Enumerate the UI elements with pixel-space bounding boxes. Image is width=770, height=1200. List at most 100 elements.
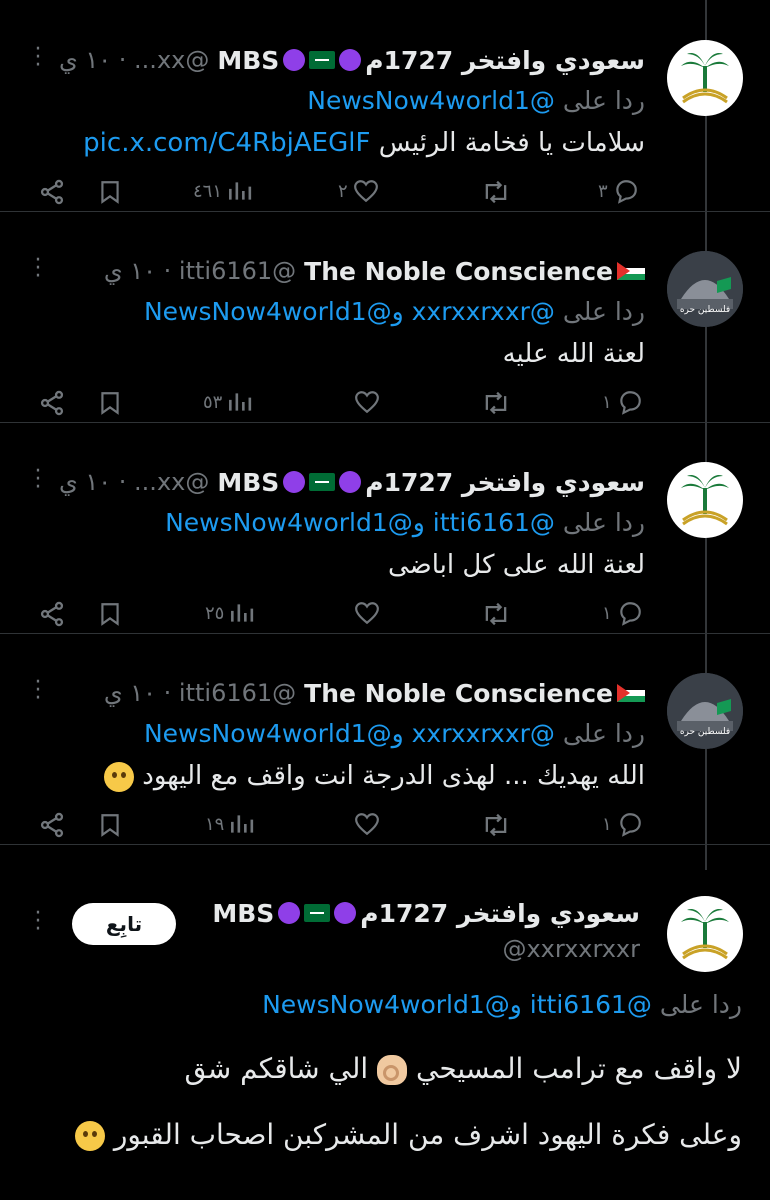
media-link[interactable]: pic.x.com/C4RbjAEGlF — [83, 128, 370, 158]
purple-circle-icon — [339, 49, 362, 71]
bookmark-button[interactable] — [97, 600, 123, 628]
like-button[interactable] — [353, 389, 381, 415]
display-name[interactable]: سعودي وافتخر 1727م MBS — [217, 46, 645, 75]
display-name[interactable]: سعودي وافتخر 1727م MBS — [217, 468, 645, 497]
tweet-text: الله يهديك ... لهذى الدرجة انت واقف مع ا… — [103, 761, 645, 792]
bookmark-button[interactable] — [97, 178, 123, 206]
more-options-icon[interactable]: · · · — [28, 672, 48, 710]
name-text: The Noble Conscience — [304, 678, 613, 708]
avatar[interactable] — [667, 40, 743, 116]
name-suffix: MBS — [217, 467, 280, 497]
name-text: سعودي وافتخر 1727م — [360, 898, 640, 928]
saudi-flag-icon — [309, 473, 336, 491]
tweet-body-part: لا واقف مع ترامب المسيحي — [416, 1052, 742, 1085]
replying-to-label: ردا على — [562, 297, 645, 326]
views-button[interactable]: ٤٦١ — [193, 178, 252, 204]
purple-circle-icon — [283, 471, 306, 493]
mention-link[interactable]: @itti6161 و@NewsNow4world1 — [262, 990, 652, 1019]
share-button[interactable] — [38, 811, 66, 839]
avatar[interactable]: فلسطين حره — [667, 251, 743, 327]
handle-timestamp[interactable]: @itti6161 · ١٠ ي — [104, 257, 296, 285]
avatar-caption: فلسطين حره — [679, 305, 731, 315]
views-count: ٤٦١ — [193, 180, 223, 202]
ok-hand-emoji-icon — [377, 1055, 408, 1085]
more-options-icon[interactable]: · · · — [28, 39, 48, 77]
avatar[interactable]: فلسطين حره — [667, 673, 743, 749]
retweet-button[interactable] — [480, 811, 512, 839]
reply-tweet[interactable]: فلسطين حره The Noble Conscience @itti616… — [0, 633, 770, 845]
views-button[interactable]: ١٩ — [205, 811, 254, 837]
tweet-header: سعودي وافتخر 1727م MBS @xx... · ١٠ ي — [59, 462, 645, 502]
bookmark-icon — [101, 392, 119, 415]
retweet-icon — [485, 813, 507, 837]
palestine-dome-icon — [667, 673, 743, 749]
saudi-emblem-icon — [681, 909, 729, 960]
avatar-caption: فلسطين حره — [679, 727, 731, 737]
palestine-flag-icon — [617, 262, 645, 280]
replying-to-label: ردا على — [659, 990, 742, 1019]
mention-link[interactable]: @NewsNow4world1 — [307, 86, 555, 115]
bookmark-button[interactable] — [97, 389, 123, 417]
handle[interactable]: @xxrxxrxxr — [502, 935, 640, 963]
mention-link[interactable]: @itti6161 و@NewsNow4world1 — [165, 508, 555, 537]
views-button[interactable]: ٢٥ — [205, 600, 254, 626]
retweet-button[interactable] — [480, 600, 512, 628]
reply-button[interactable]: ١ — [602, 811, 644, 837]
reply-tweet[interactable]: سعودي وافتخر 1727م MBS @xx... · ١٠ ي · · ·… — [0, 422, 770, 634]
reply-button[interactable]: ٣ — [598, 178, 640, 204]
tweet-header: The Noble Conscience @itti6161 · ١٠ ي — [104, 673, 645, 713]
retweet-button[interactable] — [480, 178, 512, 206]
purple-circle-icon — [334, 902, 357, 924]
mention-link[interactable]: @xxrxxrxxr و@NewsNow4world1 — [144, 719, 555, 748]
like-button[interactable]: ٢ — [338, 178, 380, 204]
display-name[interactable]: The Noble Conscience — [304, 679, 645, 708]
replies-count: ١ — [602, 602, 612, 624]
retweet-icon — [485, 602, 507, 626]
saudi-emblem-icon — [681, 53, 729, 104]
share-button[interactable] — [38, 178, 66, 206]
replying-to: ردا على @xxrxxrxxr و@NewsNow4world1 — [144, 297, 645, 326]
retweet-button[interactable] — [480, 389, 512, 417]
tweet-body: لعنة الله على كل اباضى — [388, 550, 645, 580]
reply-tweet[interactable]: سعودي وافتخر 1727م MBS @xx... · ١٠ ي · · ·… — [0, 0, 770, 212]
comment-icon — [619, 391, 641, 415]
purple-circle-icon — [278, 902, 301, 924]
name-text: سعودي وافتخر 1727م — [365, 45, 645, 75]
share-button[interactable] — [38, 600, 66, 628]
comment-icon — [619, 813, 641, 837]
replying-to: ردا على @itti6161 و@NewsNow4world1 — [262, 990, 742, 1019]
name-suffix: MBS — [212, 898, 275, 928]
more-options-icon[interactable]: · · · — [28, 250, 48, 288]
saudi-emblem-icon — [681, 475, 729, 526]
follow-button[interactable]: تابِع — [72, 903, 176, 945]
display-name[interactable]: سعودي وافتخر 1727م MBS — [212, 899, 640, 928]
share-button[interactable] — [38, 389, 66, 417]
replying-to: ردا على @itti6161 و@NewsNow4world1 — [165, 508, 645, 537]
like-button[interactable] — [353, 811, 381, 837]
name-text: سعودي وافتخر 1727م — [365, 467, 645, 497]
avatar[interactable] — [667, 462, 743, 538]
handle-timestamp[interactable]: @itti6161 · ١٠ ي — [104, 679, 296, 707]
tweet-header: The Noble Conscience @itti6161 · ١٠ ي — [104, 251, 645, 291]
handle-timestamp[interactable]: @xx... · ١٠ ي — [59, 46, 209, 74]
mention-link[interactable]: @xxrxxrxxr و@NewsNow4world1 — [144, 297, 555, 326]
replies-count: ١ — [602, 391, 612, 413]
tweet-text-line: لا واقف مع ترامب المسيحي الي شاقكم شق — [184, 1052, 742, 1085]
avatar[interactable] — [667, 896, 743, 972]
share-icon — [40, 812, 64, 838]
reply-button[interactable]: ١ — [602, 600, 644, 626]
display-name[interactable]: The Noble Conscience — [304, 257, 645, 286]
reply-button[interactable]: ١ — [602, 389, 644, 415]
like-button[interactable] — [353, 600, 381, 626]
replies-count: ٣ — [598, 180, 608, 202]
views-icon — [229, 393, 252, 411]
more-options-icon[interactable]: · · · — [28, 903, 48, 941]
tweet-text: سلامات يا فخامة الرئيس pic.x.com/C4RbjAE… — [83, 128, 645, 158]
reply-tweet[interactable]: فلسطين حره The Noble Conscience @itti616… — [0, 211, 770, 423]
views-button[interactable]: ٥٣ — [203, 389, 252, 415]
handle-timestamp[interactable]: @xx... · ١٠ ي — [59, 468, 209, 496]
bookmark-button[interactable] — [97, 811, 123, 839]
more-options-icon[interactable]: · · · — [28, 461, 48, 499]
tweet-body-part: وعلى فكرة اليهود اشرف من المشركبن اصحاب … — [113, 1118, 742, 1151]
saudi-flag-icon — [304, 904, 331, 922]
